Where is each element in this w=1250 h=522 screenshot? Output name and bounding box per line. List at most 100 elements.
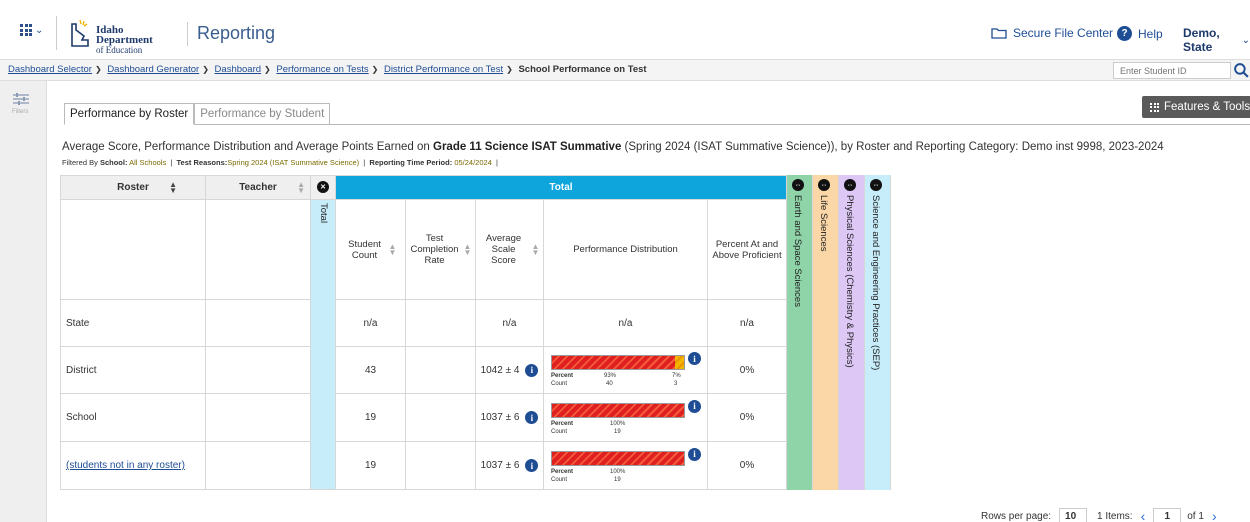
breadcrumb-dashboard[interactable]: Dashboard xyxy=(215,64,261,75)
table-row-teacher xyxy=(206,300,311,347)
total-band-header: Total xyxy=(336,175,787,200)
user-menu[interactable]: Demo, State ⌄ xyxy=(1183,26,1250,54)
filter-period-label: Reporting Time Period: xyxy=(369,158,453,167)
student-id-input[interactable] xyxy=(1113,62,1231,79)
bar-segment-below-basic xyxy=(552,403,684,417)
top-header: ⌄ Idaho Department of Education Reportin… xyxy=(0,0,1250,62)
student-count-label: Student Count xyxy=(348,238,381,261)
help-icon: ? xyxy=(1117,26,1132,41)
info-icon[interactable]: i xyxy=(525,363,539,377)
pd-percent-label: Percent xyxy=(551,468,574,475)
header-divider-2 xyxy=(187,22,188,46)
info-icon[interactable]: i xyxy=(525,411,539,424)
category-life-sciences-label: Life Sciences xyxy=(818,195,829,252)
breadcrumb-bar: Dashboard Selector ❯ Dashboard Generator ❯… xyxy=(0,59,1250,81)
info-icon[interactable]: i xyxy=(525,459,539,472)
table-row-pct-proficient: 0% xyxy=(708,394,787,442)
breadcrumb-separator-icon: ❯ xyxy=(371,65,379,74)
rows-per-page: Rows per page: 10 xyxy=(981,508,1088,522)
total-vertical-column: Total xyxy=(311,200,336,490)
breadcrumb-separator-icon: ❯ xyxy=(202,65,209,74)
sort-icon[interactable]: ▲ ▼ xyxy=(389,242,397,256)
breadcrumb-district-performance[interactable]: District Performance on Test xyxy=(384,64,503,75)
column-header-roster[interactable]: Roster ▲ ▼ xyxy=(60,175,206,200)
breadcrumb-performance-on-tests[interactable]: Performance on Tests xyxy=(276,64,368,75)
pd-count-label: Count xyxy=(551,428,568,435)
bar-segment-below-basic xyxy=(552,451,684,465)
org-name-line1: Idaho Department xyxy=(96,24,153,46)
folder-icon xyxy=(991,27,1007,39)
category-physical-sciences-label: Physical Sciences (Chemistry & Physics) xyxy=(844,195,855,368)
report-title-suffix: (Spring 2024 (ISAT Summative Science)), … xyxy=(621,141,1164,153)
distribution-bar xyxy=(551,450,685,466)
collapse-total-icon[interactable]: ✕ xyxy=(317,181,329,193)
info-icon[interactable]: i xyxy=(688,399,701,413)
pd-yellow-percent: 7% xyxy=(672,373,681,379)
features-tools-label: Features & Tools xyxy=(1164,101,1250,113)
column-header-teacher[interactable]: Teacher ▲ ▼ xyxy=(206,175,311,200)
previous-page-icon[interactable]: ‹ xyxy=(1141,508,1146,522)
filter-school-label: School: xyxy=(99,158,128,167)
performance-distribution-bar: i Percent Count 100% 19 xyxy=(544,397,706,439)
students-not-in-roster-link[interactable]: (students not in any roster) xyxy=(66,460,185,471)
column-header-student-count[interactable]: Student Count ▲ ▼ xyxy=(336,200,406,300)
column-header-percent-proficient: Percent At and Above Proficient xyxy=(708,200,787,300)
pd-red-percent: 100% xyxy=(610,420,626,427)
total-vertical-label: Total xyxy=(318,203,329,224)
secure-file-center-link[interactable]: Secure File Center xyxy=(991,26,1113,40)
expand-category-icon[interactable]: ⇔ xyxy=(792,179,804,191)
avg-scale-value: 1042 ± 4 xyxy=(480,364,520,376)
pd-red-count: 19 xyxy=(614,476,621,483)
performance-distribution-bar: i Percent Count 100% 19 xyxy=(544,445,706,487)
left-filter-panel: Filters xyxy=(0,81,47,522)
breadcrumb-dashboard-selector[interactable]: Dashboard Selector xyxy=(8,64,92,75)
avg-scale-label: Average Scale Score xyxy=(485,233,522,266)
column-roster-label: Roster xyxy=(117,182,149,193)
items-count-label: 1 Items: xyxy=(1097,510,1133,522)
app-menu-button[interactable]: ⌄ xyxy=(20,24,43,36)
filter-label: Filters xyxy=(12,109,29,115)
help-link[interactable]: ? Help xyxy=(1117,26,1163,41)
apps-grid-icon xyxy=(20,24,32,36)
tab-performance-by-roster[interactable]: Performance by Roster xyxy=(64,103,195,125)
pd-percent-label: Percent xyxy=(551,373,574,379)
features-tools-button[interactable]: Features & Tools xyxy=(1142,96,1250,118)
info-icon[interactable]: i xyxy=(688,352,701,365)
table-row-roster: School xyxy=(60,394,206,442)
expand-category-icon[interactable]: ⇔ xyxy=(870,179,882,191)
page-number-input[interactable]: 1 xyxy=(1153,508,1182,522)
rows-per-page-select[interactable]: 10 xyxy=(1059,508,1088,522)
filter-sliders-icon[interactable] xyxy=(12,92,30,106)
next-page-icon[interactable]: › xyxy=(1212,508,1217,522)
info-icon[interactable]: i xyxy=(688,447,701,461)
sort-icon[interactable]: ▲ ▼ xyxy=(532,242,540,256)
breadcrumb-dashboard-generator[interactable]: Dashboard Generator xyxy=(107,64,199,75)
tab-performance-by-student[interactable]: Performance by Student xyxy=(194,103,331,125)
table-row-roster: (students not in any roster) xyxy=(60,442,206,490)
breadcrumb-separator-icon: ❯ xyxy=(94,65,102,74)
sort-icon[interactable]: ▲ ▼ xyxy=(169,180,177,194)
expand-category-icon[interactable]: ⇔ xyxy=(818,179,830,191)
category-earth-space-label: Earth and Space Sciences xyxy=(792,195,803,307)
distribution-bar xyxy=(551,402,685,418)
table-row-student-count: n/a xyxy=(336,300,406,347)
org-name: Idaho Department of Education xyxy=(96,24,176,56)
avg-scale-value: 1037 ± 6 xyxy=(480,412,520,423)
table-row-completion xyxy=(406,347,476,394)
sort-icon[interactable]: ▲ ▼ xyxy=(297,180,305,194)
report-title-test: Grade 11 Science ISAT Summative xyxy=(433,141,622,153)
search-icon[interactable] xyxy=(1233,62,1250,79)
table-row-roster: State xyxy=(60,300,206,347)
sort-icon[interactable]: ▲ ▼ xyxy=(464,242,472,256)
category-column-sep: ⇔ Science and Engineering Practices (SEP… xyxy=(865,175,891,490)
apps-grid-icon xyxy=(1150,102,1159,112)
column-header-average-scale-score[interactable]: Average Scale Score ▲ ▼ xyxy=(476,200,544,300)
column-header-test-completion[interactable]: Test Completion Rate ▲ ▼ xyxy=(406,200,476,300)
roster-subheader xyxy=(60,200,206,300)
expand-category-icon[interactable]: ⇔ xyxy=(844,179,856,191)
tab-bar: Performance by Roster Performance by Stu… xyxy=(64,103,331,125)
breadcrumb-separator-icon: ❯ xyxy=(264,65,271,74)
breadcrumb: Dashboard Selector ❯ Dashboard Generator ❯… xyxy=(8,64,647,75)
category-column-physical-sciences: ⇔ Physical Sciences (Chemistry & Physics… xyxy=(839,175,865,490)
column-teacher-label: Teacher xyxy=(239,182,277,193)
